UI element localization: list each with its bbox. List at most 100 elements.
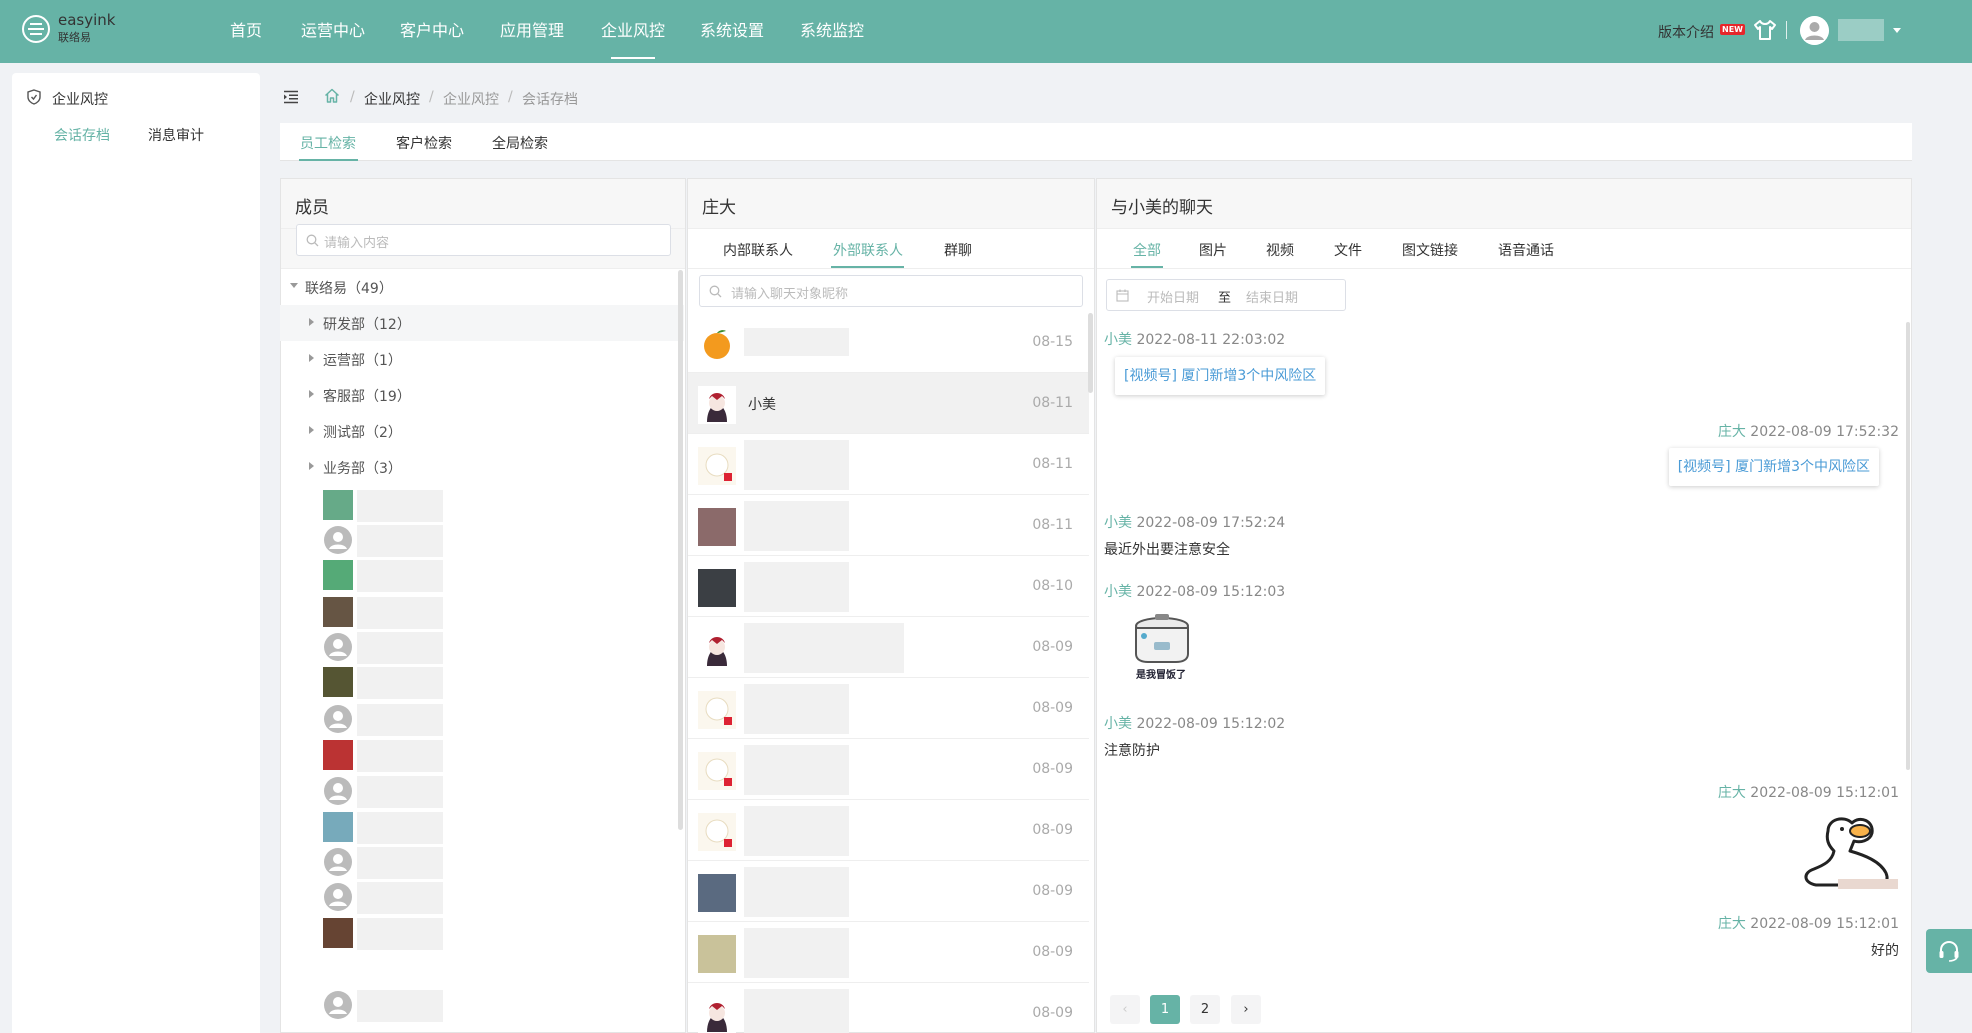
sidebar-item-audit[interactable]: 消息审计: [148, 125, 204, 145]
menu-collapse-icon[interactable]: [283, 90, 299, 104]
breadcrumb-item[interactable]: 企业风控: [364, 89, 420, 109]
contact-row[interactable]: 08-10: [688, 556, 1089, 617]
nav-customers[interactable]: 客户中心: [400, 0, 464, 63]
contacts-scrollbar[interactable]: [1088, 313, 1093, 393]
member-avatar[interactable]: [323, 525, 353, 555]
customer-support-button[interactable]: [1926, 929, 1972, 973]
member-name-blurred[interactable]: [357, 740, 443, 772]
message-text: 好的: [1871, 943, 1899, 959]
date-range-picker[interactable]: 开始日期 至 结束日期: [1106, 279, 1346, 311]
member-avatar[interactable]: [323, 990, 353, 1020]
contact-name-blurred: [744, 867, 849, 917]
nav-apps[interactable]: 应用管理: [500, 0, 564, 63]
member-name-blurred[interactable]: [357, 847, 443, 879]
tree-dept[interactable]: 业务部（3）: [280, 449, 680, 485]
user-avatar[interactable]: [1800, 16, 1829, 45]
member-avatar[interactable]: [323, 490, 353, 520]
tree-dept[interactable]: 研发部（12）: [280, 305, 684, 341]
member-name-blurred[interactable]: [357, 667, 443, 699]
page-2-button[interactable]: 2: [1190, 995, 1220, 1024]
nav-operations[interactable]: 运营中心: [301, 0, 365, 63]
home-icon[interactable]: [324, 88, 340, 103]
contact-row[interactable]: 08-15: [688, 312, 1089, 373]
tab-employee-search[interactable]: 员工检索: [300, 133, 356, 153]
contact-row[interactable]: 08-09: [688, 800, 1089, 861]
link-card[interactable]: [视频号] 厦门新增3个中风险区: [1668, 448, 1879, 486]
member-name-blurred[interactable]: [357, 990, 443, 1022]
member-name-blurred[interactable]: [357, 918, 443, 950]
tab-customer-search[interactable]: 客户检索: [396, 133, 452, 153]
tab-links[interactable]: 图文链接: [1402, 240, 1458, 260]
member-name-blurred[interactable]: [357, 632, 443, 664]
member-name-blurred[interactable]: [357, 560, 443, 592]
breadcrumb-item[interactable]: 企业风控: [443, 89, 499, 109]
brand-logo[interactable]: easyink 联络易: [20, 12, 115, 46]
member-avatar[interactable]: [323, 776, 353, 806]
member-avatar[interactable]: [323, 632, 353, 662]
tree-dept[interactable]: 客服部（19）: [280, 377, 680, 413]
contact-search-input[interactable]: 请输入聊天对象昵称: [699, 275, 1083, 307]
member-avatar[interactable]: [323, 740, 353, 770]
chat-scrollbar[interactable]: [1906, 322, 1910, 770]
tab-images[interactable]: 图片: [1199, 240, 1227, 260]
member-avatar[interactable]: [323, 918, 353, 948]
tree-root[interactable]: 联络易（49）: [280, 269, 680, 305]
tab-external-contacts[interactable]: 外部联系人: [833, 240, 903, 260]
prev-page-button[interactable]: ‹: [1110, 995, 1140, 1024]
contact-row[interactable]: 08-11: [688, 434, 1089, 495]
member-name-blurred[interactable]: [357, 812, 443, 844]
member-name-blurred[interactable]: [357, 525, 443, 557]
nav-settings[interactable]: 系统设置: [700, 0, 764, 63]
tab-global-search[interactable]: 全局检索: [492, 133, 548, 153]
tree-dept[interactable]: 测试部（2）: [280, 413, 680, 449]
member-avatar[interactable]: [323, 847, 353, 877]
tshirt-icon[interactable]: [1752, 18, 1778, 42]
duck-sticker[interactable]: [1798, 811, 1900, 891]
contact-row[interactable]: 08-09: [688, 922, 1089, 983]
start-date-placeholder[interactable]: 开始日期: [1147, 287, 1199, 306]
member-avatar[interactable]: [323, 597, 353, 627]
nav-risk-control[interactable]: 企业风控: [601, 0, 665, 63]
contact-row[interactable]: 08-09: [688, 678, 1089, 739]
member-name-blurred[interactable]: [357, 776, 443, 808]
contact-row[interactable]: 08-11: [688, 495, 1089, 556]
tab-files[interactable]: 文件: [1334, 240, 1362, 260]
member-avatar[interactable]: [323, 667, 353, 697]
contact-search-placeholder: 请输入聊天对象昵称: [731, 287, 849, 302]
member-name-blurred[interactable]: [357, 704, 443, 736]
member-avatar[interactable]: [323, 560, 353, 590]
member-search-input[interactable]: 请输入内容: [296, 224, 671, 256]
nav-home[interactable]: 首页: [230, 0, 262, 63]
tab-all[interactable]: 全部: [1133, 240, 1161, 260]
nav-monitor[interactable]: 系统监控: [800, 0, 864, 63]
tab-group-chats[interactable]: 群聊: [944, 240, 972, 260]
member-avatar[interactable]: [323, 882, 353, 912]
tab-voice-calls[interactable]: 语音通话: [1498, 240, 1554, 260]
rice-cooker-sticker[interactable]: 是我冒饭了: [1126, 612, 1206, 681]
tree-dept[interactable]: 运营部（1）: [280, 341, 680, 377]
end-date-placeholder[interactable]: 结束日期: [1246, 287, 1298, 306]
members-scrollbar[interactable]: [678, 270, 683, 830]
contact-row[interactable]: 08-09: [688, 617, 1089, 678]
contact-row[interactable]: 08-09: [688, 739, 1089, 800]
tab-videos[interactable]: 视频: [1266, 240, 1294, 260]
member-name-blurred[interactable]: [357, 490, 443, 522]
version-intro-link[interactable]: 版本介绍: [1658, 22, 1714, 42]
contact-row[interactable]: 08-09: [688, 861, 1089, 922]
contact-row[interactable]: 08-09: [688, 983, 1089, 1033]
sidebar-title[interactable]: 企业风控: [52, 89, 108, 109]
page-1-button[interactable]: 1: [1150, 995, 1180, 1024]
user-name-blurred[interactable]: [1838, 19, 1884, 41]
link-card[interactable]: [视频号] 厦门新增3个中风险区: [1115, 357, 1326, 395]
sidebar-item-archive[interactable]: 会话存档: [54, 125, 110, 145]
chevron-down-icon[interactable]: [1893, 28, 1901, 33]
member-name-blurred[interactable]: [357, 597, 443, 629]
member-avatar[interactable]: [323, 812, 353, 842]
next-page-button[interactable]: ›: [1231, 995, 1261, 1024]
contact-row[interactable]: 小美 08-11: [688, 373, 1089, 434]
member-name-blurred[interactable]: [357, 882, 443, 914]
divider: [688, 268, 1094, 269]
message-meta: 庄大 2022-08-09 17:52:32: [1718, 421, 1899, 441]
member-avatar[interactable]: [323, 704, 353, 734]
tab-internal-contacts[interactable]: 内部联系人: [723, 240, 793, 260]
